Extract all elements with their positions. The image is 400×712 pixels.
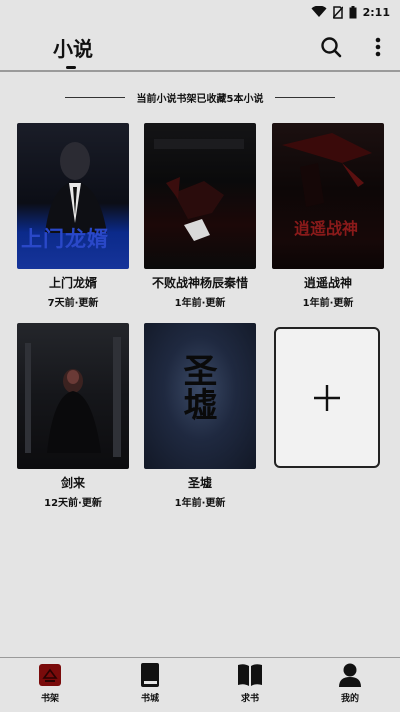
book-item[interactable]: 剑来 12天前·更新 [17, 323, 129, 509]
book-icon [137, 662, 163, 688]
user-icon [337, 662, 363, 688]
bookshelf-icon [37, 662, 63, 688]
no-sim-icon [332, 5, 343, 19]
add-book-button[interactable] [274, 327, 380, 468]
header-divider [0, 70, 400, 72]
book-cover[interactable]: 逍遥战神 [272, 123, 384, 269]
book-title: 不败战神杨辰秦惜 [151, 276, 248, 290]
battery-icon [349, 5, 357, 19]
shelf-banner: 当前小说书架已收藏5本小说 [0, 88, 400, 106]
nav-item-bookshelf[interactable]: 书架 [0, 658, 100, 712]
book-update-time: 1年前·更新 [174, 298, 226, 309]
book-update-time: 1年前·更新 [174, 498, 226, 509]
nav-item-bookstore[interactable]: 书城 [100, 658, 200, 712]
status-time: 2:11 [362, 5, 390, 19]
status-bar: 2:11 [0, 0, 400, 24]
banner-line-left [64, 96, 125, 98]
book-title: 逍遥战神 [303, 276, 352, 290]
book-update-time: 1年前·更新 [302, 298, 354, 309]
book-update-time: 12天前·更新 [44, 498, 102, 509]
cover-title-text: 上门龙婿 [21, 226, 109, 251]
nav-label: 书架 [40, 694, 59, 704]
shelf-count-text: 当前小说书架已收藏5本小说 [136, 93, 264, 105]
nav-item-request-book[interactable]: 求书 [200, 658, 300, 712]
book-cover[interactable] [17, 323, 129, 469]
search-icon [321, 37, 342, 58]
nav-label: 书城 [140, 694, 159, 704]
book-item[interactable]: 逍遥战神 逍遥战神 1年前·更新 [272, 123, 384, 309]
banner-line-right [275, 96, 336, 98]
app-bar: 小说 [0, 24, 400, 70]
book-update-time: 7天前·更新 [47, 298, 99, 309]
open-book-icon [237, 662, 263, 688]
bottom-navigation: 书架 书城 求书 我的 [0, 657, 400, 712]
cover-title-text: 圣墟 [177, 353, 217, 421]
nav-label: 我的 [340, 694, 359, 704]
book-cover[interactable]: 上门龙婿 [17, 123, 129, 269]
book-item[interactable]: 上门龙婿 上门龙婿 7天前·更新 [17, 123, 129, 309]
book-item[interactable]: 圣墟 圣墟 1年前·更新 [144, 323, 256, 509]
nav-label: 求书 [240, 694, 259, 704]
book-cover[interactable]: 圣墟 [144, 323, 256, 469]
plus-icon [314, 384, 340, 411]
search-button[interactable] [318, 34, 344, 60]
more-options-button[interactable] [366, 34, 390, 60]
book-item[interactable]: 不败战神杨辰秦惜 1年前·更新 [144, 123, 256, 309]
tab-indicator [66, 66, 76, 69]
page-title: 小说 [53, 37, 93, 61]
nav-item-profile[interactable]: 我的 [300, 658, 400, 712]
more-vert-icon [375, 37, 381, 57]
book-title: 圣墟 [187, 476, 212, 490]
book-cover[interactable] [144, 123, 256, 269]
wifi-icon [311, 6, 327, 18]
book-title: 上门龙婿 [48, 276, 97, 290]
cover-title-text: 逍遥战神 [294, 219, 359, 238]
book-title: 剑来 [60, 476, 85, 490]
